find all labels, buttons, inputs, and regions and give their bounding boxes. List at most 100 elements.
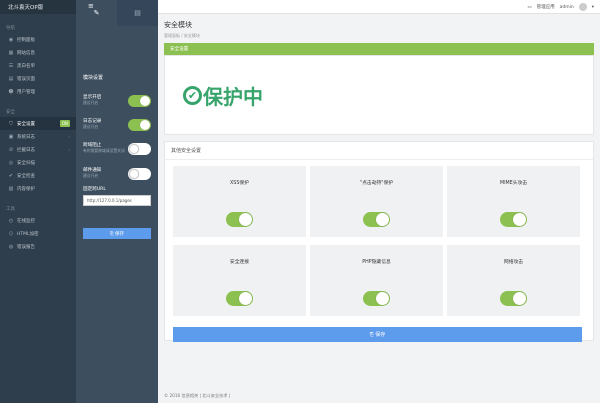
toggle-knob: [129, 144, 139, 154]
setting-card-mime: MIME头攻击: [447, 166, 580, 237]
setting-row: 跨域阻止 有的需要跨域请设置关闭: [83, 142, 151, 162]
menu-icon[interactable]: ≡: [88, 2, 94, 10]
sidebar-item-content-protect[interactable]: ▧ 内容保护: [0, 182, 76, 195]
sidebar-item-users[interactable]: ☻ 用户管理: [0, 85, 76, 98]
error-icon: ◍: [8, 243, 14, 250]
caret-down-icon[interactable]: ▾: [592, 5, 594, 10]
url-label: 固定跨URL: [83, 187, 106, 192]
user-menu[interactable]: admin: [560, 5, 574, 10]
section-header-other: 其他安全设置: [165, 142, 593, 160]
section-header-security: 安全设置: [164, 43, 594, 55]
card-label: 安全连接: [229, 260, 250, 265]
display-toggle[interactable]: [128, 95, 151, 107]
mime-toggle[interactable]: [500, 212, 527, 227]
settings-grid: XSS保护 "点击劫持"保护 MIME头攻击 安全连接 PHP隐藏信息 网络攻击: [173, 166, 581, 316]
network-attack-toggle[interactable]: [500, 291, 527, 306]
sidebar-item-label: 网站信息: [17, 50, 35, 56]
nav-group-label: 安全: [6, 110, 15, 115]
nav-group-label: 工具: [6, 207, 15, 212]
chevron-left-icon: ‹: [68, 147, 70, 152]
clickjack-toggle[interactable]: [363, 212, 390, 227]
toggle-knob: [239, 213, 252, 226]
scan-icon: ◎: [8, 159, 14, 166]
page-title: 安全模块: [164, 21, 192, 29]
manage-apps-link[interactable]: 管理应用: [537, 4, 555, 10]
other-settings-box: 其他安全设置 XSS保护 "点击劫持"保护 MIME头攻击 安全连接 PHP隐藏…: [164, 141, 594, 342]
toggle-knob: [239, 292, 252, 305]
sidebar-item-error-pages[interactable]: ▤ 错误页面: [0, 72, 76, 85]
nav-group-label: 导航: [6, 26, 15, 31]
log-toggle[interactable]: [128, 119, 151, 131]
card-label: XSS保护: [230, 181, 249, 186]
sidebar-item-security-settings[interactable]: ⛉ 安全设置 ON: [0, 117, 76, 130]
panel-title: 模块设置: [83, 75, 104, 81]
setting-card-secure-conn: 安全连接: [173, 245, 306, 316]
toggle-knob: [376, 292, 389, 305]
toggle-knob: [513, 292, 526, 305]
users-icon: ☻: [8, 88, 14, 95]
setting-row: 日志记录 建议开启: [83, 118, 151, 133]
block-icon: ⊘: [8, 146, 14, 153]
toggle-knob: [376, 213, 389, 226]
check-icon: ✔: [8, 172, 14, 179]
php-hide-toggle[interactable]: [363, 291, 390, 306]
setting-card-clickjack: "点击劫持"保护: [310, 166, 443, 237]
status-text: 保护中: [203, 84, 263, 109]
mail-toggle[interactable]: [128, 168, 151, 180]
cors-toggle[interactable]: [128, 143, 151, 155]
shield-icon: ⛉: [9, 120, 13, 127]
url-input[interactable]: [83, 195, 151, 206]
monitor-icon: ▭: [527, 4, 532, 10]
save-button[interactable]: ⎘ 保存: [173, 327, 582, 342]
card-label: MIME头攻击: [499, 181, 528, 186]
sidebar: 北斗袁天OP版 导航 ◉ 控制面板 ▦ 网站信息 ☰ 黑白名单 ▤ 错误页面 ☻ 用户管理…: [0, 0, 76, 403]
sidebar-item-label: 错误报告: [17, 244, 35, 250]
panel-save-button[interactable]: ⎘ 保存: [83, 228, 151, 239]
breadcrumb: 管理面板 / 安全模块: [164, 33, 200, 38]
card-label: 网络攻击: [503, 260, 524, 265]
toggle-knob: [140, 96, 150, 106]
xss-toggle[interactable]: [226, 212, 253, 227]
card-label: "点击劫持"保护: [359, 181, 394, 186]
protection-status: ✔ 保护中: [183, 81, 263, 110]
dashboard-icon: ◉: [8, 36, 14, 43]
sidebar-item-sites[interactable]: ▦ 网站信息: [0, 46, 76, 59]
sidebar-item-label: 错误页面: [17, 76, 35, 82]
sidebar-item-label: 控制面板: [17, 37, 35, 43]
sidebar-item-intercept-log[interactable]: ⊘ 拦截日志 ‹: [0, 143, 76, 156]
sidebar-item-security-scan[interactable]: ◎ 安全扫描: [0, 156, 76, 169]
sidebar-item-label: 安全检查: [17, 173, 35, 179]
setting-card-xss: XSS保护: [173, 166, 306, 237]
sidebar-item-monitor[interactable]: ◴ 在线监控: [0, 214, 76, 227]
list-icon: ☰: [8, 62, 14, 69]
sidebar-item-error-report[interactable]: ◍ 错误报告: [0, 240, 76, 253]
sidebar-item-label: 安全设置: [17, 121, 35, 127]
doc-icon: ▤: [8, 75, 14, 82]
sidebar-item-label: 内容保护: [17, 186, 35, 192]
sidebar-item-label: 用户管理: [17, 89, 35, 95]
setting-row: 显示开启 建议开启: [83, 94, 151, 109]
sidebar-item-html-encrypt[interactable]: ⟨⟩ HTML加密: [0, 227, 76, 240]
tab-edit[interactable]: ✎: [76, 0, 117, 26]
sidebar-item-label: 拦截日志: [17, 147, 35, 153]
sidebar-item-dashboard[interactable]: ◉ 控制面板: [0, 33, 76, 46]
sidebar-item-security-check[interactable]: ✔ 安全检查: [0, 169, 76, 182]
setting-card-network-attack: 网络攻击: [447, 245, 580, 316]
sidebar-item-label: 在线监控: [17, 218, 35, 224]
log-icon: ▣: [8, 133, 14, 140]
setting-row: 邮件通知 建议开启: [83, 167, 151, 182]
secure-conn-toggle[interactable]: [226, 291, 253, 306]
app-logo: 北斗袁天OP版: [0, 0, 76, 14]
wrench-icon: ✎: [93, 9, 100, 17]
tab-list[interactable]: ▤: [117, 0, 158, 26]
setting-card-php-hide: PHP隐藏信息: [310, 245, 443, 316]
sidebar-item-blacklist[interactable]: ☰ 黑白名单: [0, 59, 76, 72]
toggle-knob: [129, 169, 139, 179]
sidebar-item-system-log[interactable]: ▣ 系统日志 ‹: [0, 130, 76, 143]
avatar[interactable]: [578, 3, 587, 11]
list-icon: ▤: [134, 9, 141, 17]
protect-icon: ▧: [8, 185, 14, 192]
sidebar-item-label: HTML加密: [17, 231, 39, 237]
status-box: ✔ 保护中: [164, 55, 594, 135]
sidebar-item-label: 黑白名单: [17, 63, 35, 69]
